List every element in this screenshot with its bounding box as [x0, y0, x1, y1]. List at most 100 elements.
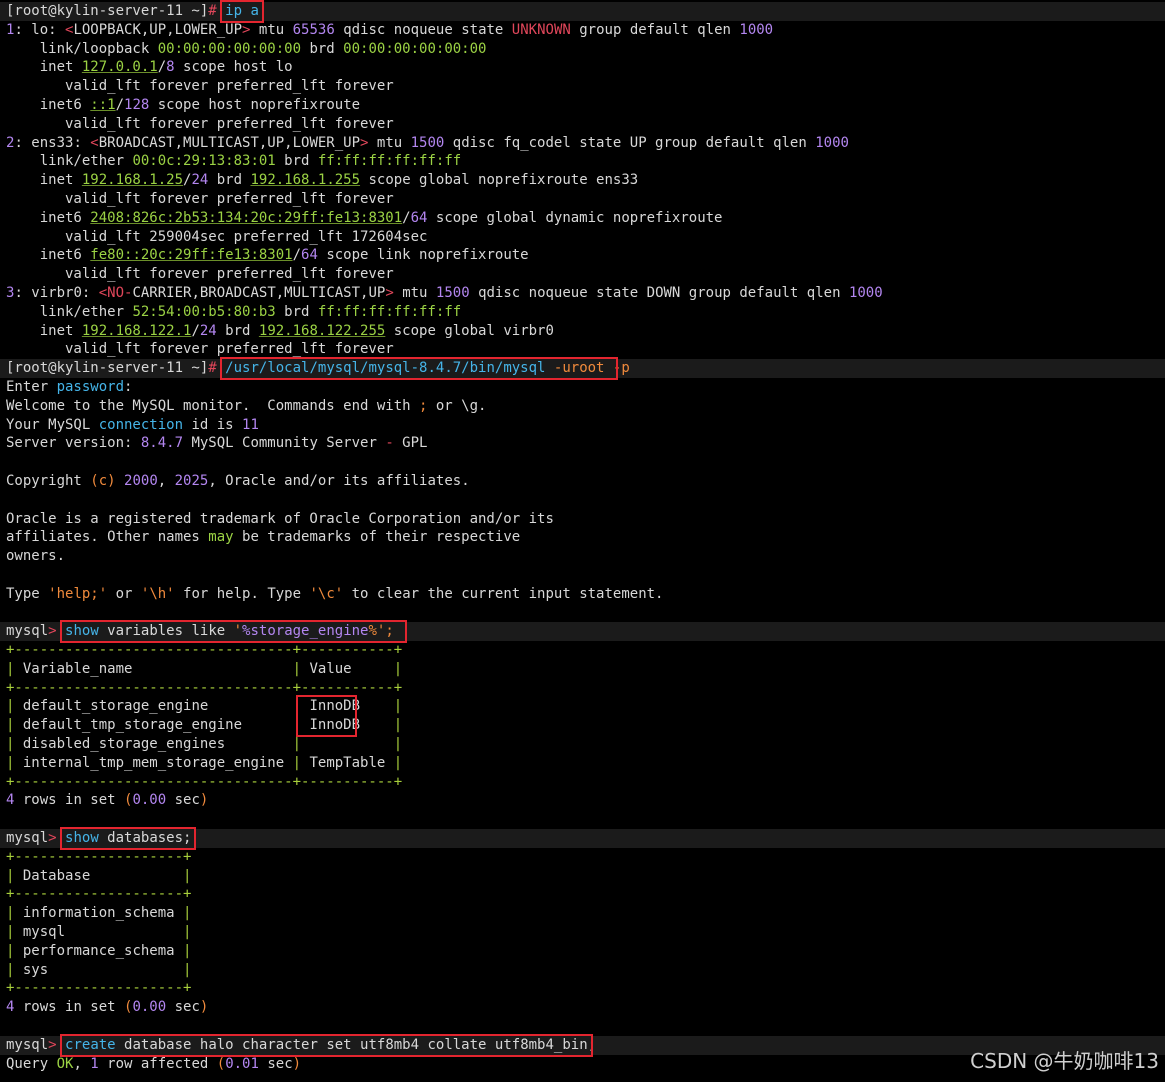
terminal-text: 11: [242, 416, 259, 433]
output-line: inet 192.168.122.1/24 brd 192.168.122.25…: [6, 322, 1165, 341]
terminal-text: 1000: [739, 21, 774, 38]
terminal-text: GPL: [393, 435, 428, 452]
terminal-text: affiliates. Other names: [6, 529, 209, 546]
output-line: Copyright (c) 2000, 2025, Oracle and/or …: [6, 472, 1165, 491]
terminal-text: sec: [166, 792, 200, 809]
terminal-text: #: [208, 360, 217, 377]
terminal-text: InnoDB: [301, 717, 394, 734]
terminal-text: password: [56, 378, 125, 395]
terminal-text: show: [65, 623, 99, 640]
terminal-text: >: [48, 1036, 57, 1053]
terminal-text: : ens33:: [14, 134, 91, 151]
output-line: link/loopback 00:00:00:00:00:00 brd 00:0…: [6, 40, 1165, 59]
terminal-text: connection: [98, 416, 184, 433]
terminal-text: valid_lft forever preferred_lft forever: [6, 190, 394, 207]
terminal-text: sec: [166, 999, 200, 1016]
terminal-text: id is: [183, 416, 243, 433]
output-line: +---------------------------------+-----…: [6, 773, 1165, 792]
terminal-text: |: [183, 942, 192, 959]
terminal-text: ip a: [225, 3, 259, 19]
terminal-text: , Oracle and/or its affiliates.: [208, 472, 470, 489]
terminal-text: performance_schema: [14, 942, 184, 959]
output-line: Type 'help;' or '\h' for help. Type '\c'…: [6, 585, 1165, 604]
terminal-text: Value: [301, 660, 394, 677]
terminal-text: |: [183, 961, 192, 978]
terminal-text: |: [393, 717, 403, 734]
prompt-line: [root@kylin-server-11 ~]# /usr/local/mys…: [0, 359, 1165, 378]
terminal-text: Copyright: [6, 472, 91, 489]
terminal-text: ): [199, 999, 209, 1016]
terminal-text: 1000: [815, 134, 849, 151]
output-line: +---------------------------------+-----…: [6, 641, 1165, 660]
output-line: | information_schema |: [6, 904, 1165, 923]
terminal-text: 24: [191, 172, 209, 189]
output-line: link/ether 00:0c:29:13:83:01 brd ff:ff:f…: [6, 152, 1165, 171]
terminal-text: |: [292, 698, 302, 715]
terminal-text: 8.4.7: [140, 435, 184, 452]
terminal-text: link/loopback: [6, 40, 158, 57]
terminal-text: valid_lft forever preferred_lft forever: [6, 341, 394, 358]
terminal-text: /usr/local/mysql/mysql-8.4.7/bin/mysql: [225, 360, 546, 377]
terminal-text: 0.01: [225, 1055, 259, 1072]
terminal-text: Query: [6, 1055, 57, 1072]
terminal-text: /: [191, 322, 200, 339]
terminal-text: |: [292, 717, 302, 734]
terminal-text: 64: [301, 247, 318, 264]
terminal-text: valid_lft forever preferred_lft forever: [6, 78, 394, 95]
terminal-text: inet6: [6, 96, 91, 113]
terminal-text: -: [385, 435, 394, 452]
output-line: | disabled_storage_engines | |: [6, 735, 1165, 754]
terminal-text: may: [208, 529, 234, 546]
terminal-text: inet6: [6, 247, 91, 264]
output-line: 1: lo: <LOOPBACK,UP,LOWER_UP> mtu 65536 …: [6, 21, 1165, 40]
terminal-text: 00:00:00:00:00:00: [343, 40, 487, 57]
terminal-text: to clear the current input statement.: [343, 585, 664, 602]
output-line: 4 rows in set (0.00 sec): [6, 998, 1165, 1017]
terminal-text: +--------------------+: [6, 980, 192, 997]
terminal-text: link/ether: [6, 153, 133, 170]
terminal-text: mysql: [6, 623, 49, 640]
output-line: valid_lft 259004sec preferred_lft 172604…: [6, 228, 1165, 247]
terminal-text: ,: [73, 1055, 91, 1072]
terminal-text: scope global virbr0: [385, 322, 554, 339]
terminal-text: 00:00:00:00:00:00: [157, 40, 302, 57]
terminal-text: group default qlen: [570, 21, 740, 38]
output-line: affiliates. Other names may be trademark…: [6, 528, 1165, 547]
terminal-text: mtu: [250, 21, 293, 38]
terminal-text: for help. Type: [174, 585, 310, 602]
terminal-text: 0.00: [132, 999, 167, 1016]
terminal-text: /: [402, 209, 411, 226]
terminal-text: sec: [258, 1055, 293, 1072]
terminal-text: <NO-: [98, 284, 133, 301]
prompt-line: mysql> show databases;: [0, 829, 1165, 848]
terminal-text: internal_tmp_mem_storage_engine: [14, 754, 293, 771]
terminal-text: |: [292, 754, 302, 771]
terminal-text: inet: [6, 172, 82, 189]
terminal-text: /: [157, 59, 167, 76]
terminal-text: Server version:: [6, 435, 141, 452]
terminal-window[interactable]: [root@kylin-server-11 ~] # ip a 1: lo: <LO…: [0, 0, 1165, 1082]
output-line: +--------------------+: [6, 979, 1165, 998]
terminal-text: rows in set: [14, 999, 125, 1016]
terminal-text: |: [292, 660, 302, 677]
terminal-text: qdisc noqueue state: [334, 21, 512, 38]
output-line: | default_storage_engine | InnoDB |: [6, 697, 1165, 716]
terminal-text: 192.168.122.255: [258, 322, 386, 339]
terminal-text: 24: [199, 322, 217, 339]
terminal-text: +---------------------------------+-----…: [6, 679, 403, 696]
output-line: | default_tmp_storage_engine | InnoDB |: [6, 716, 1165, 735]
terminal-text: /: [115, 96, 125, 113]
output-line: +--------------------+: [6, 848, 1165, 867]
terminal-text: 192.168.1.25: [81, 172, 184, 189]
terminal-text: [root@kylin-server-11 ~]: [6, 3, 209, 19]
csdn-watermark: CSDN @牛奶咖啡13: [970, 1049, 1159, 1073]
terminal-text: -p: [612, 360, 630, 377]
output-line: 3: virbr0: <NO-CARRIER,BROADCAST,MULTICA…: [6, 284, 1165, 303]
terminal-text: >: [48, 623, 57, 640]
terminal-text: valid_lft forever preferred_lft forever: [6, 266, 394, 283]
terminal-text: |: [183, 867, 192, 884]
